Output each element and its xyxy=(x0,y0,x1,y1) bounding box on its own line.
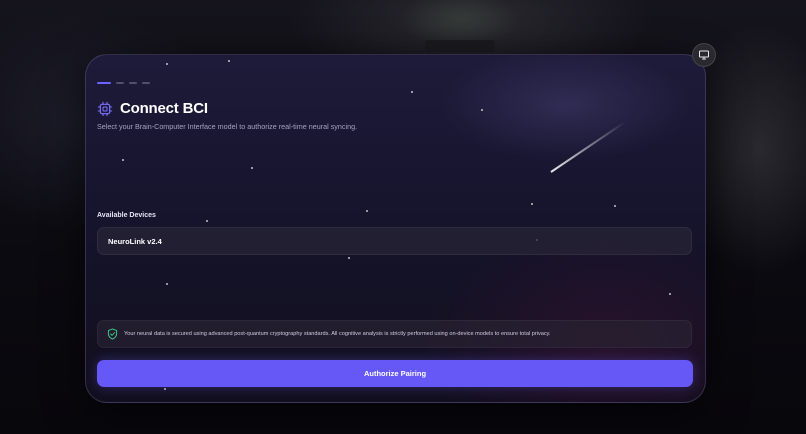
shooting-star xyxy=(550,120,627,173)
background-pot xyxy=(425,40,495,52)
connect-bci-card: Connect BCI Select your Brain-Computer I… xyxy=(85,54,706,403)
privacy-notice: Your neural data is secured using advanc… xyxy=(97,320,692,348)
step-indicator xyxy=(116,82,124,84)
device-option-neurolink[interactable]: NeuroLink v2.4 xyxy=(97,227,692,255)
step-indicator xyxy=(129,82,137,84)
star xyxy=(206,220,208,222)
star xyxy=(228,60,230,62)
shield-check-icon xyxy=(107,328,118,340)
title-row: Connect BCI xyxy=(97,100,208,117)
step-indicator-active xyxy=(97,82,111,84)
star xyxy=(531,203,533,205)
star xyxy=(166,63,168,65)
display-toggle-button[interactable] xyxy=(692,43,716,67)
star xyxy=(614,205,616,207)
star xyxy=(348,257,350,259)
authorize-pairing-button[interactable]: Authorize Pairing xyxy=(97,360,693,387)
step-indicator xyxy=(142,82,150,84)
cpu-chip-icon xyxy=(97,101,113,116)
star xyxy=(164,388,166,390)
star xyxy=(251,167,253,169)
available-devices-label: Available Devices xyxy=(97,212,156,219)
star xyxy=(411,91,413,93)
star xyxy=(669,293,671,295)
star xyxy=(366,210,368,212)
device-name: NeuroLink v2.4 xyxy=(108,236,162,246)
page-title: Connect BCI xyxy=(120,100,208,117)
star xyxy=(481,109,483,111)
step-progress xyxy=(97,82,150,84)
monitor-icon xyxy=(699,50,709,60)
page-subtitle: Select your Brain-Computer Interface mod… xyxy=(97,122,358,131)
star xyxy=(122,159,124,161)
star xyxy=(166,283,168,285)
privacy-notice-text: Your neural data is secured using advanc… xyxy=(124,331,551,337)
